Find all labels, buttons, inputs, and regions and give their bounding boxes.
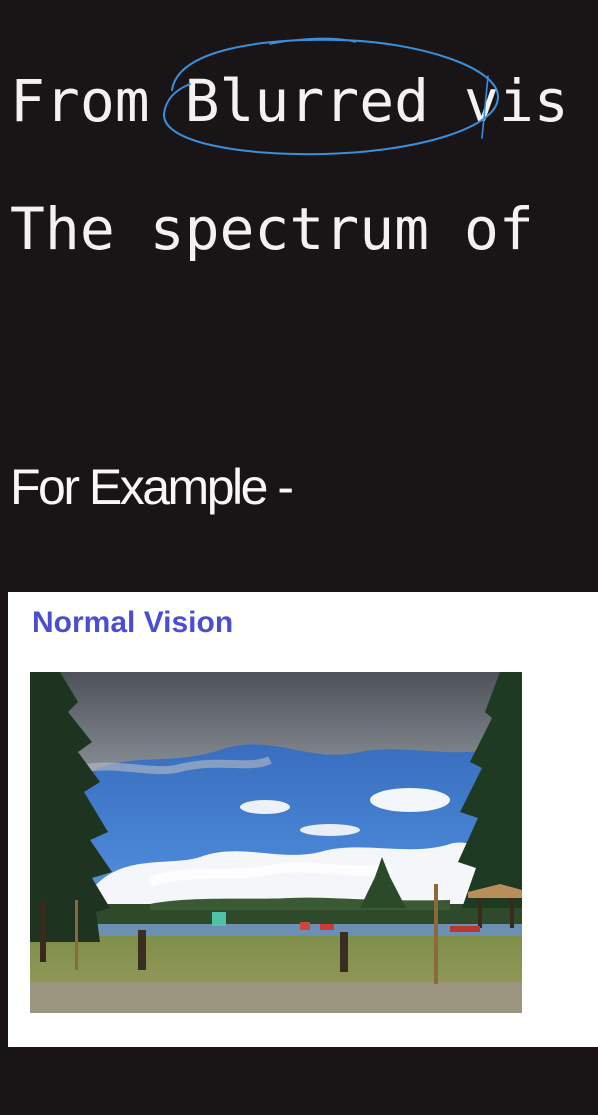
landscape-photo bbox=[30, 672, 522, 1013]
figure-label: Normal Vision bbox=[32, 606, 234, 639]
slide-page: From Blurred vis The spectrum of For Exa… bbox=[0, 0, 598, 1115]
slide-text-line-1: From Blurred vis bbox=[10, 67, 569, 135]
normal-vision-figure: Normal Vision bbox=[8, 592, 598, 1047]
slide-text-line-2: The spectrum of bbox=[10, 195, 534, 263]
example-heading: For Example - bbox=[10, 459, 294, 515]
